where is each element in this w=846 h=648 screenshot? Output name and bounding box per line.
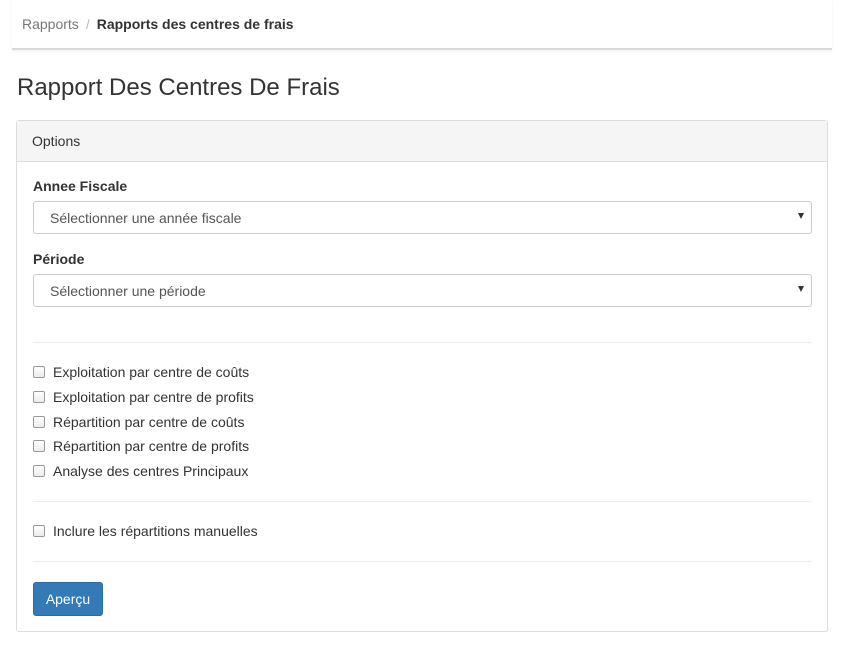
option-cost-center-allocation[interactable]: Répartition par centre de coûts: [33, 413, 244, 431]
checkbox-unchecked-icon[interactable]: [33, 525, 45, 537]
option-profit-center-allocation[interactable]: Répartition par centre de profits: [33, 437, 249, 455]
option-main-centers-analysis[interactable]: Analyse des centres Principaux: [33, 462, 248, 480]
option-profit-center-operations[interactable]: Exploitation par centre de profits: [33, 388, 254, 406]
caret-down-icon: [798, 213, 804, 219]
checkbox-unchecked-icon[interactable]: [33, 366, 45, 378]
panel-heading: Options: [17, 121, 827, 162]
checkbox-unchecked-icon[interactable]: [33, 465, 45, 477]
breadcrumb-separator: /: [85, 16, 90, 32]
checkbox-label: Répartition par centre de coûts: [53, 414, 245, 430]
fiscal-year-select-value: Sélectionner une année fiscale: [50, 210, 242, 226]
divider: [33, 342, 812, 343]
checkbox-label: Exploitation par centre de coûts: [53, 364, 250, 380]
fiscal-year-label: Annee Fiscale: [33, 178, 128, 194]
option-cost-center-operations[interactable]: Exploitation par centre de coûts: [33, 363, 249, 381]
breadcrumb-item-current: Rapports des centres de frais: [96, 16, 294, 32]
option-include-manual-allocations[interactable]: Inclure les répartitions manuelles: [33, 522, 258, 540]
page-title: Rapport Des Centres De Frais: [17, 74, 340, 101]
preview-button[interactable]: Aperçu: [33, 582, 103, 616]
period-select-value: Sélectionner une période: [50, 283, 206, 299]
options-panel: Options Annee Fiscale Sélectionner une a…: [16, 120, 828, 632]
divider: [33, 501, 812, 502]
breadcrumb-item-rapports[interactable]: Rapports: [22, 16, 79, 32]
checkbox-label: Analyse des centres Principaux: [53, 463, 249, 479]
fiscal-year-select[interactable]: Sélectionner une année fiscale: [33, 201, 812, 234]
breadcrumb-bar: Rapports / Rapports des centres de frais: [12, 0, 832, 50]
checkbox-label: Inclure les répartitions manuelles: [53, 523, 258, 539]
checkbox-unchecked-icon[interactable]: [33, 416, 45, 428]
period-select[interactable]: Sélectionner une période: [33, 274, 812, 307]
checkbox-unchecked-icon[interactable]: [33, 391, 45, 403]
period-label: Période: [33, 251, 85, 267]
checkbox-label: Répartition par centre de profits: [53, 438, 250, 454]
caret-down-icon: [798, 286, 804, 292]
breadcrumb: Rapports / Rapports des centres de frais: [22, 16, 294, 32]
checkbox-unchecked-icon[interactable]: [33, 440, 45, 452]
checkbox-label: Exploitation par centre de profits: [53, 389, 254, 405]
divider: [33, 561, 812, 562]
